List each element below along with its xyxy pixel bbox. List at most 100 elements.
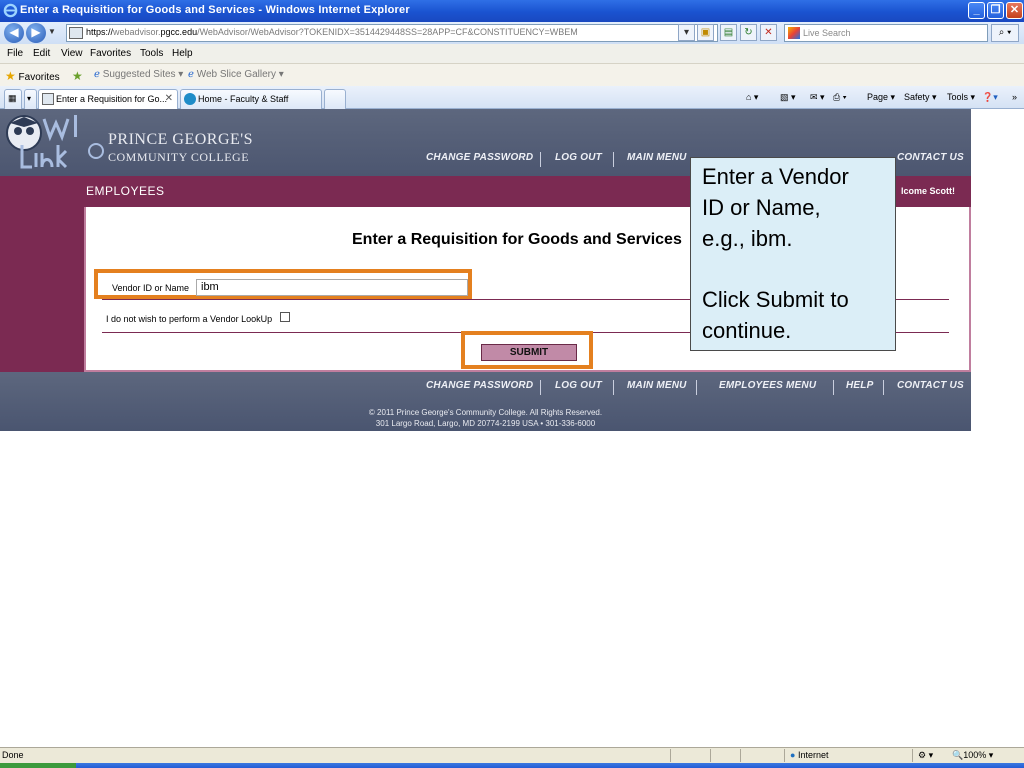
page-favicon-icon bbox=[69, 27, 83, 39]
footer-employees-menu[interactable]: EMPLOYEES MENU bbox=[719, 380, 816, 391]
favorites-bar: ★ Favorites ★ ℯ Suggested Sites ▾ ℯ Web … bbox=[0, 64, 1024, 86]
nav-separator bbox=[883, 380, 884, 395]
ie-logo-icon bbox=[3, 3, 18, 18]
minimize-button[interactable]: _ bbox=[968, 2, 985, 19]
security-zone[interactable]: ● Internet bbox=[790, 750, 828, 760]
footer-log-out[interactable]: LOG OUT bbox=[555, 380, 602, 391]
window-titlebar: Enter a Requisition for Goods and Servic… bbox=[0, 0, 1024, 22]
taskbar bbox=[0, 763, 1024, 768]
zoom-icon: 🔍 bbox=[952, 750, 964, 760]
welcome-text: lcome Scott! bbox=[900, 186, 955, 196]
web-slice-gallery-link[interactable]: ℯ Web Slice Gallery ▾ bbox=[188, 69, 284, 80]
refresh-icon[interactable]: ↻ bbox=[740, 24, 757, 41]
status-divider bbox=[740, 749, 741, 762]
search-icon: ⌕ ▾ bbox=[998, 27, 1012, 38]
status-divider bbox=[784, 749, 785, 762]
search-input[interactable]: Live Search bbox=[784, 24, 988, 42]
quick-tabs-button[interactable]: ▦ bbox=[4, 89, 22, 109]
lock-icon[interactable]: ▣ bbox=[697, 24, 714, 41]
compatibility-icon[interactable]: ▤ bbox=[720, 24, 737, 41]
vendor-lookup-label: I do not wish to perform a Vendor LookUp bbox=[106, 314, 273, 324]
nav-separator bbox=[540, 152, 541, 167]
vendor-lookup-checkbox[interactable] bbox=[280, 312, 290, 322]
submit-button[interactable]: SUBMIT bbox=[481, 344, 577, 361]
nav-separator bbox=[613, 152, 614, 167]
college-subname: COMMUNITY COLLEGE bbox=[108, 150, 250, 164]
page-menu[interactable]: Page ▾ bbox=[867, 92, 895, 103]
search-placeholder: Live Search bbox=[803, 28, 851, 38]
nav-separator bbox=[696, 380, 697, 395]
college-name: PRINCE GEORGE'S bbox=[108, 131, 254, 148]
vendor-label: Vendor ID or Name bbox=[112, 283, 190, 293]
window-title: Enter a Requisition for Goods and Servic… bbox=[20, 4, 410, 16]
maximize-button[interactable]: ❐ bbox=[987, 2, 1004, 19]
history-dropdown-icon[interactable]: ▼ bbox=[48, 27, 56, 36]
back-arrow-icon: ◀ bbox=[9, 25, 19, 39]
url-input[interactable]: https://webadvisor.pgcc.edu/WebAdvisor/W… bbox=[66, 24, 718, 42]
menu-help[interactable]: Help bbox=[172, 48, 193, 59]
tab-home-faculty[interactable]: Home - Faculty & Staff bbox=[180, 89, 322, 109]
instruction-callout: Enter a Vendor ID or Name, e.g., ibm. Cl… bbox=[690, 157, 896, 351]
menu-edit[interactable]: Edit bbox=[33, 48, 50, 59]
ie-small-icon: ℯ bbox=[188, 69, 194, 80]
status-divider bbox=[710, 749, 711, 762]
suggested-sites-link[interactable]: ℯ Suggested Sites ▾ bbox=[94, 69, 183, 80]
toolbar-overflow-icon[interactable]: » bbox=[1012, 92, 1017, 102]
chevron-down-icon: ▾ bbox=[27, 94, 32, 103]
footer-contact-us[interactable]: CONTACT US bbox=[897, 380, 964, 391]
menu-file[interactable]: File bbox=[7, 48, 23, 59]
add-favorites-icon[interactable]: ★ bbox=[72, 69, 83, 83]
nav-change-password[interactable]: CHANGE PASSWORD bbox=[426, 152, 533, 163]
owl-link-logo-icon bbox=[6, 115, 104, 169]
nav-main-menu[interactable]: MAIN MENU bbox=[627, 152, 687, 163]
search-button[interactable]: ⌕ ▾ bbox=[991, 24, 1019, 42]
vendor-input[interactable]: ibm bbox=[196, 279, 468, 296]
protected-mode-icon[interactable]: ⚙ ▾ bbox=[918, 750, 933, 761]
back-button[interactable]: ◀ bbox=[4, 23, 24, 43]
address-bar: ◀ ▶ ▼ https://webadvisor.pgcc.edu/WebAdv… bbox=[0, 22, 1024, 44]
start-button[interactable] bbox=[0, 763, 76, 768]
ie-small-icon: ℯ bbox=[94, 69, 100, 80]
callout-line: ID or Name, bbox=[702, 195, 821, 220]
nav-separator bbox=[540, 380, 541, 395]
url-dropdown-icon[interactable]: ▾ bbox=[678, 24, 695, 41]
zoom-level[interactable]: 🔍100% ▾ bbox=[952, 750, 993, 761]
quick-tabs-icon: ▦ bbox=[8, 93, 17, 103]
status-divider bbox=[670, 749, 671, 762]
callout-line: continue. bbox=[702, 318, 792, 343]
site-footer: CHANGE PASSWORD LOG OUT MAIN MENU EMPLOY… bbox=[0, 372, 971, 431]
tools-menu[interactable]: Tools ▾ bbox=[947, 92, 975, 103]
copyright-text: © 2011 Prince George's Community College… bbox=[368, 408, 603, 417]
favorites-button[interactable]: ★ Favorites bbox=[5, 69, 60, 83]
form-title: Enter a Requisition for Goods and Servic… bbox=[352, 231, 682, 248]
new-tab-button[interactable] bbox=[324, 89, 346, 109]
footer-main-menu[interactable]: MAIN MENU bbox=[627, 380, 687, 391]
nav-log-out[interactable]: LOG OUT bbox=[555, 152, 602, 163]
nav-separator bbox=[613, 380, 614, 395]
close-tab-icon[interactable]: ✕ bbox=[165, 93, 173, 104]
page-favicon-icon bbox=[42, 93, 54, 105]
left-band bbox=[0, 207, 84, 372]
tab-requisition[interactable]: Enter a Requisition for Go... ✕ bbox=[38, 89, 178, 109]
callout-line: e.g., ibm. bbox=[702, 226, 793, 251]
home-icon[interactable]: ⌂ ▾ bbox=[746, 92, 758, 103]
safety-menu[interactable]: Safety ▾ bbox=[904, 92, 937, 103]
mail-icon[interactable]: ✉ ▾ bbox=[810, 92, 825, 103]
submit-highlight-box: SUBMIT bbox=[461, 331, 593, 369]
forward-button[interactable]: ▶ bbox=[26, 23, 46, 43]
menu-tools[interactable]: Tools bbox=[140, 48, 163, 59]
menu-bar: File Edit View Favorites Tools Help bbox=[0, 44, 1024, 64]
feeds-icon[interactable]: ▧ ▾ bbox=[780, 92, 796, 103]
print-icon[interactable]: ⎙ ▾ bbox=[833, 92, 846, 103]
stop-icon[interactable]: ✕ bbox=[760, 24, 777, 41]
close-window-button[interactable]: ✕ bbox=[1006, 2, 1023, 19]
tab-list-dropdown[interactable]: ▾ bbox=[24, 89, 37, 109]
site-favicon-icon bbox=[184, 93, 196, 105]
address-text: 301 Largo Road, Largo, MD 20774-2199 USA… bbox=[375, 419, 596, 428]
footer-change-password[interactable]: CHANGE PASSWORD bbox=[426, 380, 533, 391]
menu-view[interactable]: View bbox=[61, 48, 83, 59]
footer-help[interactable]: HELP bbox=[846, 380, 873, 391]
menu-favorites[interactable]: Favorites bbox=[90, 48, 131, 59]
nav-contact-us[interactable]: CONTACT US bbox=[897, 152, 964, 163]
help-icon[interactable]: ❓▾ bbox=[982, 92, 998, 103]
